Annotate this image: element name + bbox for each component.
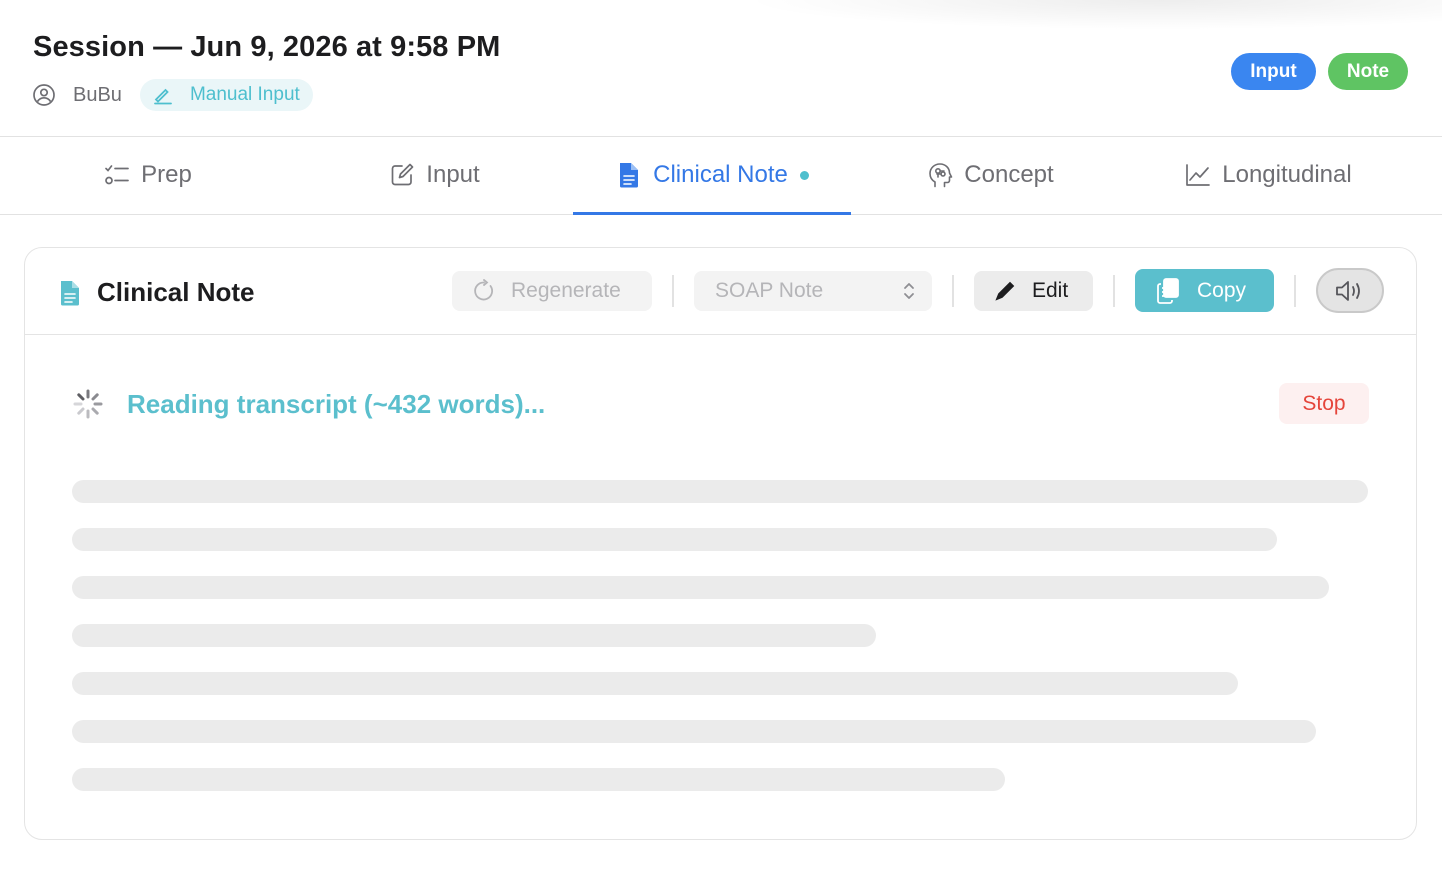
session-page: Session — Jun 9, 2026 at 9:58 PM BuBu Ma… (0, 0, 1442, 872)
skeleton-line (72, 480, 1368, 503)
skeleton-line (72, 624, 876, 647)
header-shadow (742, 0, 1442, 30)
line-chart-icon (1184, 161, 1212, 189)
card-title-group: Clinical Note (58, 277, 254, 308)
refresh-icon (472, 279, 496, 303)
page-title: Session — Jun 9, 2026 at 9:58 PM (33, 31, 501, 63)
edit-button[interactable]: Edit (974, 271, 1093, 311)
status-pills: Input Note (1231, 53, 1408, 90)
pencil-icon (994, 280, 1016, 302)
tab-clinical-note-label: Clinical Note (653, 161, 788, 188)
card-title: Clinical Note (97, 277, 255, 307)
tab-prep-label: Prep (141, 161, 192, 188)
skeleton-line (72, 672, 1238, 695)
tab-concept[interactable]: Concept (851, 137, 1129, 213)
document-icon (615, 161, 643, 189)
toolbar-divider (1113, 275, 1115, 307)
user-name: BuBu (73, 83, 122, 106)
checklist-icon (103, 161, 131, 189)
skeleton-line (72, 576, 1329, 599)
edit-label: Edit (1032, 279, 1069, 302)
session-meta: BuBu Manual Input (32, 79, 313, 111)
skeleton-line (72, 768, 1005, 791)
copy-button[interactable]: Copy (1135, 269, 1274, 312)
skeleton-line (72, 720, 1316, 743)
copy-label: Copy (1197, 278, 1247, 302)
document-icon (58, 279, 82, 307)
tab-concept-label: Concept (964, 161, 1054, 188)
speaker-wave-icon (1334, 278, 1366, 304)
tab-input-label: Input (426, 161, 480, 188)
regenerate-button[interactable]: Regenerate (452, 271, 652, 311)
unsaved-indicator-dot (799, 170, 809, 180)
tab-longitudinal[interactable]: Longitudinal (1129, 137, 1407, 213)
chevron-up-down-icon (900, 280, 918, 302)
tab-bar: Prep Input Clinical Note Concept Longitu… (0, 137, 1442, 215)
tab-input[interactable]: Input (295, 137, 573, 213)
source-chip: Manual Input (139, 79, 313, 111)
read-aloud-button[interactable] (1316, 268, 1384, 313)
session-header: Session — Jun 9, 2026 at 9:58 PM BuBu Ma… (0, 0, 1442, 137)
loading-spinner-icon (71, 387, 105, 421)
toolbar-divider (952, 275, 954, 307)
regenerate-label: Regenerate (511, 279, 621, 302)
source-chip-label: Manual Input (189, 84, 300, 105)
tab-prep[interactable]: Prep (0, 137, 295, 213)
card-toolbar: Clinical Note Regenerate SOAP Note Edit … (25, 248, 1416, 335)
note-type-select[interactable]: SOAP Note (694, 271, 932, 311)
tab-longitudinal-label: Longitudinal (1222, 161, 1352, 188)
pencil-icon (152, 84, 174, 106)
status-text: Reading transcript (~432 words)... (127, 388, 546, 419)
tab-clinical-note[interactable]: Clinical Note (573, 137, 851, 215)
toolbar-divider (1294, 275, 1296, 307)
brain-head-icon (926, 161, 954, 189)
input-pill[interactable]: Input (1231, 53, 1316, 90)
stop-button[interactable]: Stop (1279, 383, 1369, 424)
copy-icon (1155, 277, 1181, 305)
note-pill[interactable]: Note (1328, 53, 1408, 90)
edit-square-icon (388, 161, 416, 189)
note-type-value: SOAP Note (715, 279, 824, 302)
toolbar-divider (672, 275, 674, 307)
clinical-note-card: Clinical Note Regenerate SOAP Note Edit … (24, 247, 1417, 840)
person-circle-icon (32, 83, 56, 107)
skeleton-line (72, 528, 1277, 551)
generation-status: Reading transcript (~432 words)... (71, 383, 545, 425)
